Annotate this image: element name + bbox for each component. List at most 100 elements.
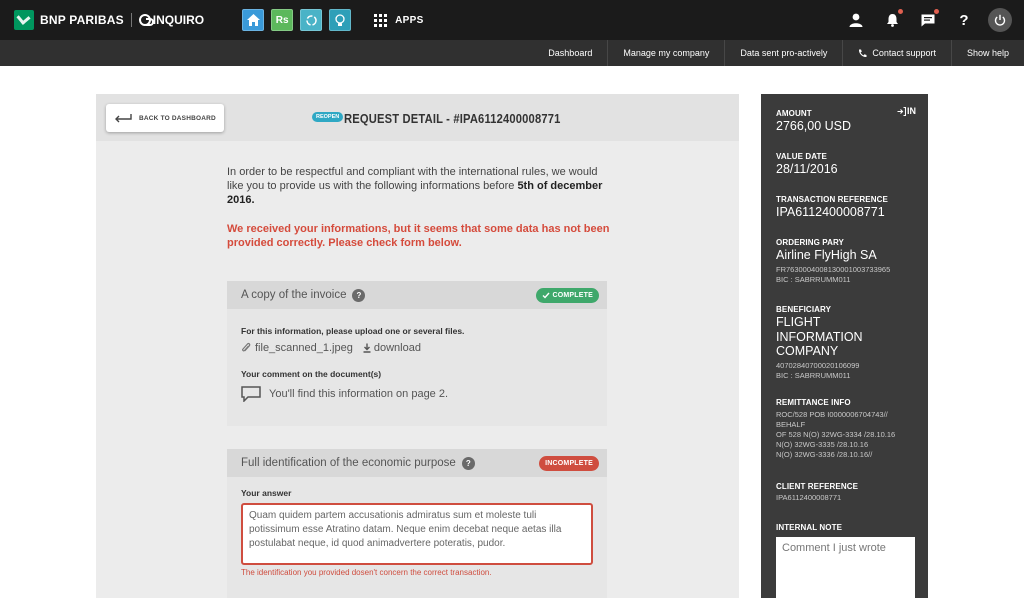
- nav-manage-company[interactable]: Manage my company: [607, 40, 724, 66]
- request-detail-card: BACK TO DASHBOARD REOPEN REQUEST DETAIL …: [96, 94, 739, 598]
- ordering-name: Airline FlyHigh SA: [776, 248, 877, 262]
- nav-show-help[interactable]: Show help: [950, 40, 1024, 66]
- notification-dot: [898, 9, 903, 14]
- warning-message: We received your informations, but it se…: [227, 223, 610, 249]
- status-badge-complete: COMPLETE: [535, 288, 599, 303]
- rs-app-button[interactable]: Rs: [271, 9, 294, 31]
- value-date-block: VALUE DATE 28/11/2016: [776, 152, 838, 176]
- product-label: INQUIRO: [152, 13, 205, 27]
- answer-label: Your answer: [241, 488, 292, 498]
- page-title: REQUEST DETAIL - #IPA6112400008771: [344, 111, 561, 126]
- sub-navigation: Dashboard Manage my company Data sent pr…: [0, 40, 1024, 66]
- remittance-label: REMITTANCE INFO: [776, 398, 851, 407]
- internal-note-input[interactable]: Comment I just wrote: [776, 537, 915, 598]
- login-button[interactable]: IN: [897, 106, 916, 116]
- purpose-panel-body: Your answer Quam quidem partem accusatio…: [227, 488, 607, 577]
- message-dot: [934, 9, 939, 14]
- file-name-link[interactable]: file_scanned_1.jpeg: [255, 342, 353, 354]
- beneficiary-label: BENEFICIARY: [776, 305, 832, 314]
- download-link[interactable]: download: [374, 342, 421, 354]
- status-label: COMPLETE: [552, 292, 593, 299]
- beneficiary-bic: BIC : SABRRUMM011: [776, 370, 851, 380]
- internal-note-block: INTERNAL NOTE: [776, 523, 842, 532]
- nav-dashboard[interactable]: Dashboard: [533, 40, 607, 66]
- tx-ref-block: TRANSACTION REFERENCE IPA6112400008771: [776, 195, 888, 219]
- bnp-logo-icon: [14, 10, 34, 30]
- apps-grid-icon: [374, 13, 388, 27]
- economic-purpose-panel: Full identification of the economic purp…: [227, 449, 607, 598]
- upload-instruction: For this information, please upload one …: [241, 326, 465, 336]
- nav-contact-support[interactable]: Contact support: [842, 40, 951, 66]
- brand[interactable]: BNP PARIBAS INQUIRO: [14, 10, 204, 30]
- card-header: BACK TO DASHBOARD REOPEN REQUEST DETAIL …: [96, 94, 739, 141]
- login-label: IN: [907, 106, 916, 116]
- file-row: file_scanned_1.jpeg download: [241, 342, 593, 354]
- product-name: INQUIRO: [138, 13, 205, 27]
- phone-icon: [859, 49, 867, 57]
- bell-icon[interactable]: [880, 8, 904, 32]
- user-icon[interactable]: [844, 8, 868, 32]
- ordering-account: FR7630004008130001003733965: [776, 265, 891, 274]
- status-badge-incomplete: INCOMPLETE: [539, 456, 599, 471]
- purpose-panel-header[interactable]: Full identification of the economic purp…: [227, 449, 607, 477]
- remittance-line: ROC/528 POB I0000006704743//: [776, 410, 888, 419]
- client-ref-label: CLIENT REFERENCE: [776, 482, 859, 491]
- answer-textarea[interactable]: Quam quidem partem accusationis admiratu…: [241, 503, 593, 565]
- remittance-line: OF 528 N(O) 32WG-3334 /28.10.16: [776, 430, 896, 439]
- recycle-icon[interactable]: [300, 9, 323, 31]
- intro-text: In order to be respectful and compliant …: [227, 165, 612, 207]
- amount-block: AMOUNT 2766,00 USD: [776, 109, 851, 133]
- invoice-panel: A copy of the invoice ? COMPLETE For thi…: [227, 281, 607, 426]
- comment-text: You'll find this information on page 2.: [269, 388, 449, 400]
- value-date-label: VALUE DATE: [776, 152, 827, 161]
- brand-name: BNP PARIBAS: [40, 13, 124, 27]
- amount-label: AMOUNT: [776, 109, 812, 118]
- power-icon[interactable]: [988, 8, 1012, 32]
- client-ref-value: IPA6112400008771: [776, 493, 842, 502]
- invoice-panel-header[interactable]: A copy of the invoice ? COMPLETE: [227, 281, 607, 309]
- home-icon[interactable]: [242, 9, 265, 31]
- purpose-panel-title: Full identification of the economic purp…: [241, 457, 456, 469]
- ordering-label: ORDERING PARY: [776, 238, 844, 247]
- comment-icon: [241, 386, 261, 402]
- invoice-panel-title: A copy of the invoice: [241, 289, 347, 301]
- help-icon[interactable]: ?: [952, 8, 976, 32]
- apps-label: APPS: [395, 14, 424, 26]
- beneficiary-block: BENEFICIARY FLIGHT INFORMATION COMPANY 4…: [776, 305, 906, 381]
- remittance-line: N(O) 32WG-3336 /28.10.16//: [776, 450, 873, 459]
- invoice-panel-body: For this information, please upload one …: [227, 326, 607, 402]
- amount-value: 2766,00 USD: [776, 119, 852, 133]
- top-icons: ?: [832, 0, 1012, 40]
- remittance-block: REMITTANCE INFO ROC/528 POB I00000067047…: [776, 398, 926, 460]
- nav-data-sent[interactable]: Data sent pro-actively: [724, 40, 842, 66]
- ordering-party-block: ORDERING PARY Airline FlyHigh SA FR76300…: [776, 238, 890, 285]
- inquiro-logo-icon: [138, 14, 154, 26]
- check-icon: [542, 292, 550, 299]
- bulb-icon[interactable]: [329, 9, 352, 31]
- tx-ref-label: TRANSACTION REFERENCE: [776, 195, 888, 204]
- brand-divider: [130, 13, 132, 27]
- login-icon: [897, 106, 906, 116]
- app-shortcuts: Rs: [242, 9, 358, 31]
- back-to-dashboard-button[interactable]: BACK TO DASHBOARD: [106, 104, 224, 132]
- back-label: BACK TO DASHBOARD: [139, 114, 216, 122]
- tx-ref-value: IPA6112400008771: [776, 205, 885, 219]
- back-arrow-icon: [115, 113, 132, 122]
- internal-note-label: INTERNAL NOTE: [776, 523, 843, 532]
- download-icon: [363, 343, 371, 353]
- chat-icon[interactable]: [916, 8, 940, 32]
- top-bar: BNP PARIBAS INQUIRO Rs APPS ?: [0, 0, 1024, 40]
- answer-error-message: The identification you provided dosen't …: [241, 568, 492, 577]
- reopen-badge: REOPEN: [312, 112, 344, 122]
- help-icon[interactable]: ?: [461, 456, 475, 470]
- client-ref-block: CLIENT REFERENCE IPA6112400008771: [776, 482, 858, 503]
- help-icon[interactable]: ?: [352, 288, 366, 302]
- comment-row: You'll find this information on page 2.: [241, 386, 593, 402]
- beneficiary-account: 40702840700020106099: [776, 360, 860, 370]
- apps-menu[interactable]: APPS: [374, 13, 424, 27]
- beneficiary-name: FLIGHT INFORMATION COMPANY: [776, 315, 863, 358]
- ordering-bic: BIC : SABRRUMM011: [776, 275, 851, 284]
- remittance-line: N(O) 32WG-3335 /28.10.16: [776, 440, 869, 449]
- contact-support-label: Contact support: [872, 48, 936, 58]
- value-date-value: 28/11/2016: [776, 162, 838, 176]
